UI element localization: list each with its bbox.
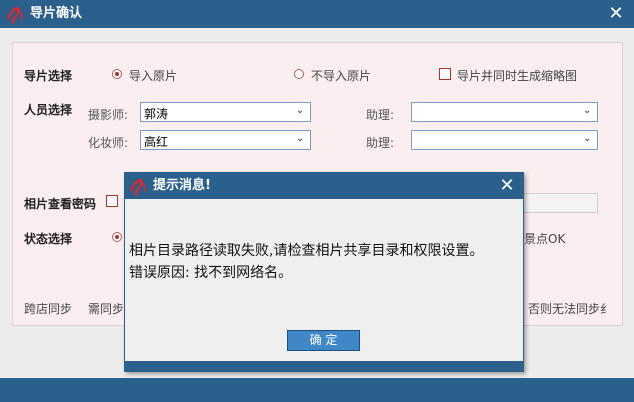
dialog-titlebar: 提示消息! ✕ [125,173,523,199]
status-partial-option-label: 景点OK [524,232,566,246]
window-title: 导片确认 [30,6,83,21]
chevron-down-icon: ⌄ [296,105,305,116]
message-dialog: 提示消息! ✕ 相片目录路径读取失败,请检查相片共享目录和权限设置。 错误原因:… [124,172,524,372]
cross-store-hint-left: 需同步 [88,302,125,316]
assistant2-label: 助理: [366,136,395,150]
assistant1-label: 助理: [366,108,395,122]
status-select-label: 状态选择 [24,232,73,246]
dialog-message-line1: 相片目录路径读取失败,请检查相片共享目录和权限设置。 [129,243,484,259]
thumbnail-checkbox-label: 导片并同时生成缩略图 [457,69,578,83]
checkbox-icon [439,68,451,80]
photo-password-label: 相片查看密码 [24,197,97,211]
ok-button[interactable]: 确 定 [287,330,360,351]
import-original-radio[interactable]: 导入原片 [112,67,212,83]
radio-unselected-icon [294,69,304,79]
photographer-select[interactable]: 郭涛 ⌄ [140,102,311,122]
window-bottom-bar [0,378,634,402]
chevron-down-icon: ⌄ [583,105,592,116]
makeup-select[interactable]: 高红 ⌄ [140,130,311,150]
assistant1-select[interactable]: ⌄ [411,102,598,122]
photographer-value: 郭涛 [144,107,169,121]
app-logo-icon [6,7,23,25]
photo-password-field-partial[interactable] [518,193,598,213]
dialog-close-icon[interactable]: ✕ [495,173,519,199]
import-original-label: 导入原片 [129,69,178,83]
cross-store-hint-right: 否则无法同步纟 [528,302,613,316]
radio-selected-icon [112,69,122,79]
photographer-label: 摄影师: [88,108,129,122]
dialog-title: 提示消息! [153,178,211,193]
chevron-down-icon: ⌄ [583,133,592,144]
import-select-label: 导片选择 [24,69,73,83]
no-import-original-label: 不导入原片 [311,69,372,83]
window-titlebar: 导片确认 ✕ [0,0,634,28]
dialog-bottom-bar [125,361,523,371]
photo-password-checkbox[interactable] [106,195,118,207]
thumbnail-checkbox[interactable]: 导片并同时生成缩略图 [439,67,589,83]
app-logo-icon [129,179,146,197]
status-radio-selected[interactable] [112,232,122,242]
staff-select-label: 人员选择 [24,103,73,117]
chevron-down-icon: ⌄ [296,133,305,144]
makeup-value: 高红 [144,135,169,149]
assistant2-select[interactable]: ⌄ [411,130,598,150]
makeup-label: 化妆师: [88,136,129,150]
cross-store-label: 跨店同步 [24,302,73,316]
window-close-icon[interactable]: ✕ [604,0,628,28]
no-import-original-radio[interactable]: 不导入原片 [294,67,394,83]
dialog-message-line2: 错误原因: 找不到网络名。 [129,265,293,281]
